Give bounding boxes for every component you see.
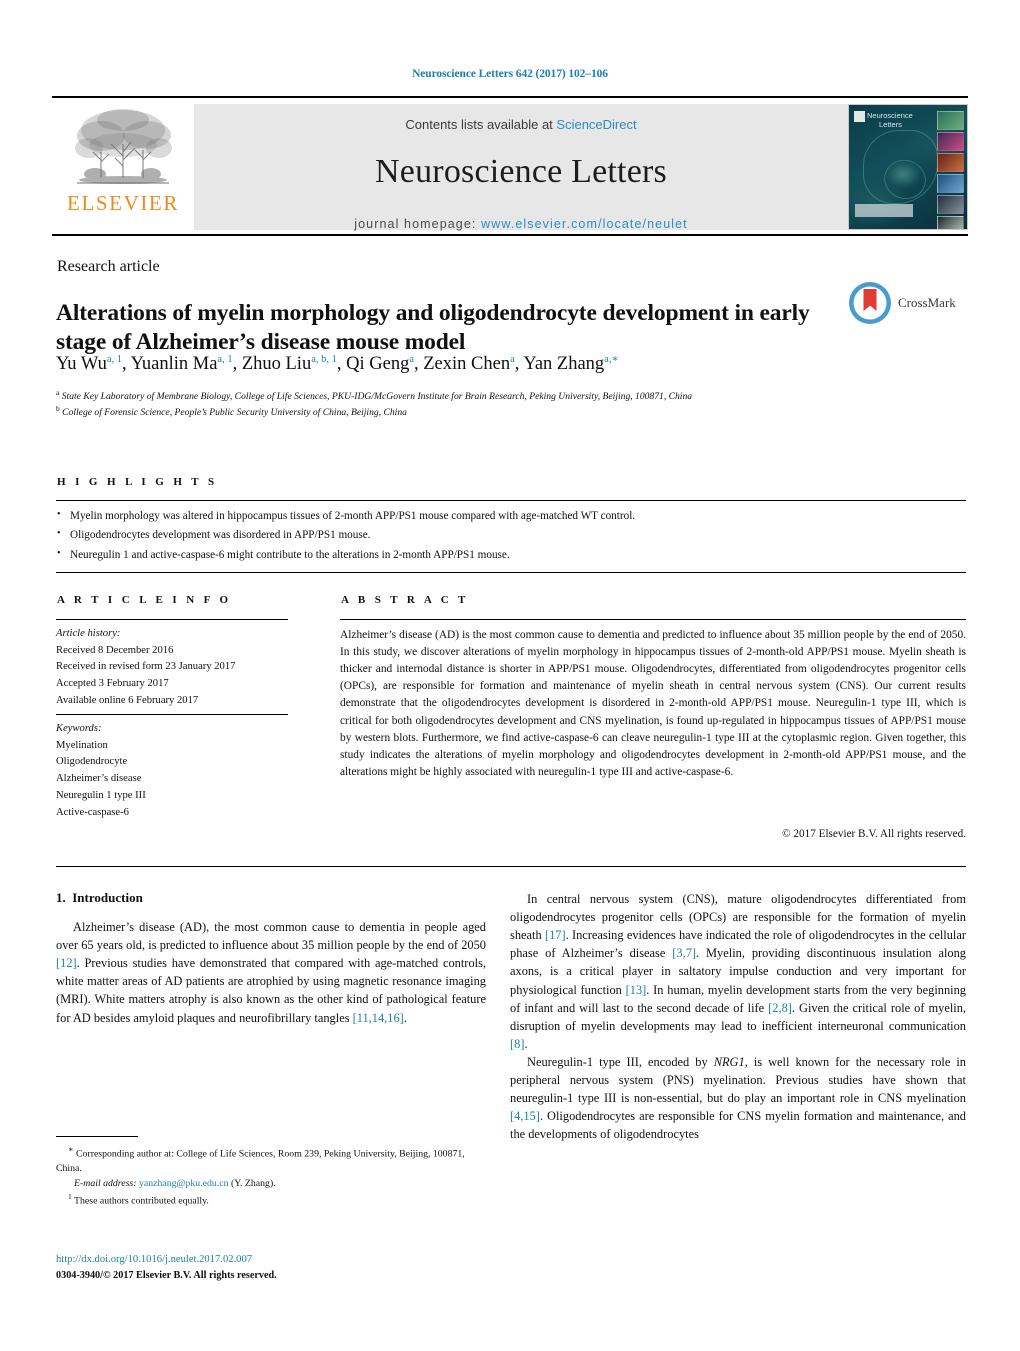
article-history-block: Article history: Received 8 December 201… [56,626,300,710]
email-note: E-mail address: yanzhang@pku.edu.cn (Y. … [56,1177,486,1192]
affiliations: a State Key Laboratory of Membrane Biolo… [56,388,886,420]
journal-cover-thumbnail: Neuroscience Letters [848,104,968,230]
journal-band: Contents lists available at ScienceDirec… [194,104,848,231]
intro-paragraph-2: In central nervous system (CNS), mature … [510,892,966,1051]
highlights-top-rule [56,500,966,501]
highlights-heading: H I G H L I G H T S [57,476,218,488]
crossmark-badge[interactable]: CrossMark [848,278,960,328]
keywords-block: Keywords: Myelination Oligodendrocyte Al… [56,721,300,821]
doi-link[interactable]: http://dx.doi.org/10.1016/j.neulet.2017.… [56,1252,506,1268]
footnote-rule [56,1136,138,1137]
page-title: Alterations of myelin morphology and oli… [56,299,810,356]
highlights-list: Myelin morphology was altered in hippoca… [56,506,966,565]
elsevier-tree-icon [71,104,175,196]
issn-copyright: 0304-3940/© 2017 Elsevier B.V. All right… [56,1269,277,1281]
abstract-rule [340,619,966,620]
abstract-bottom-rule [56,866,966,867]
email-link[interactable]: yanzhang@pku.edu.cn [139,1178,229,1189]
section-number: 1. [56,890,66,905]
affiliation-b: b College of Forensic Science, People’s … [56,404,407,419]
body-column-right: In central nervous system (CNS), mature … [510,890,966,1144]
affiliation-a: a State Key Laboratory of Membrane Biolo… [56,388,693,403]
contents-prefix: Contents lists available at [405,117,557,132]
article-type-label: Research article [57,258,160,275]
abstract-heading: A B S T R A C T [341,594,469,606]
keywords-rule [56,714,288,715]
page-footer: http://dx.doi.org/10.1016/j.neulet.2017.… [56,1252,506,1283]
corresponding-author-note: ∗ Corresponding author at: College of Li… [56,1145,465,1174]
list-item: Myelin morphology was altered in hippoca… [56,506,966,526]
keyword-item: Myelination [56,739,108,751]
keyword-item: Active-caspase-6 [56,806,129,818]
section-heading-introduction: 1. Introduction [56,890,486,906]
cover-publisher-badge [854,111,865,122]
email-label: E-mail address: [74,1177,137,1189]
history-item: Received in revised form 23 January 2017 [56,661,236,673]
cover-title-line1: Neuroscience [867,111,913,120]
journal-homepage-line: journal homepage: www.elsevier.com/locat… [354,217,688,231]
cover-caption-bar [855,204,913,217]
equal-contribution-note: 1 These authors contributed equally. [68,1192,209,1207]
abstract-text: Alzheimer’s disease (AD) is the most com… [340,629,966,778]
history-item: Available online 6 February 2017 [56,694,199,706]
intro-paragraph-3: Neuregulin-1 type III, encoded by NRG1, … [510,1054,966,1142]
article-history-label: Article history: [56,628,121,639]
masthead-bottom-rule [52,234,968,236]
journal-homepage-link[interactable]: www.elsevier.com/locate/neulet [481,217,688,231]
crossmark-icon [849,282,891,324]
article-info-rule [56,619,288,620]
contents-list-line: Contents lists available at ScienceDirec… [405,117,636,132]
abstract-copyright: © 2017 Elsevier B.V. All rights reserved… [782,828,966,840]
keyword-item: Oligodendrocyte [56,756,128,768]
cover-title-line2: Letters [879,119,902,129]
elsevier-wordmark: ELSEVIER [67,191,179,215]
body-column-left: 1. Introduction Alzheimer’s disease (AD)… [56,890,486,1027]
journal-masthead: ELSEVIER Contents lists available at Sci… [52,96,968,236]
history-item: Accepted 3 February 2017 [56,678,169,690]
keyword-item: Neuregulin 1 type III [56,789,146,801]
history-item: Received 8 December 2016 [56,644,174,656]
elsevier-logo: ELSEVIER [52,98,194,236]
intro-paragraph-1: Alzheimer’s disease (AD), the most commo… [56,920,486,1025]
homepage-prefix: journal homepage: [354,217,482,231]
crossmark-label: CrossMark [898,295,956,310]
journal-title: Neuroscience Letters [375,153,667,190]
list-item: Oligodendrocytes development was disorde… [56,525,966,545]
footnotes: ∗ Corresponding author at: College of Li… [56,1144,486,1209]
article-info-heading: A R T I C L E I N F O [57,594,232,606]
email-suffix: (Y. Zhang). [230,1177,276,1189]
keyword-item: Alzheimer’s disease [56,773,142,785]
list-item: Neuregulin 1 and active-caspase-6 might … [56,545,966,565]
section-title: Introduction [72,890,143,905]
cover-title-text: Neuroscience Letters [867,111,923,129]
article-first-page: Neuroscience Letters 642 (2017) 102–106 [0,0,1020,1351]
sciencedirect-link[interactable]: ScienceDirect [556,117,636,132]
running-head: Neuroscience Letters 642 (2017) 102–106 [412,68,608,80]
cover-thumbnail-strip [937,111,964,229]
author-list: Yu Wua, 1, Yuanlin Maa, 1, Zhuo Liua, b,… [56,354,619,375]
highlights-bottom-rule [56,572,966,573]
keywords-label: Keywords: [56,723,102,734]
